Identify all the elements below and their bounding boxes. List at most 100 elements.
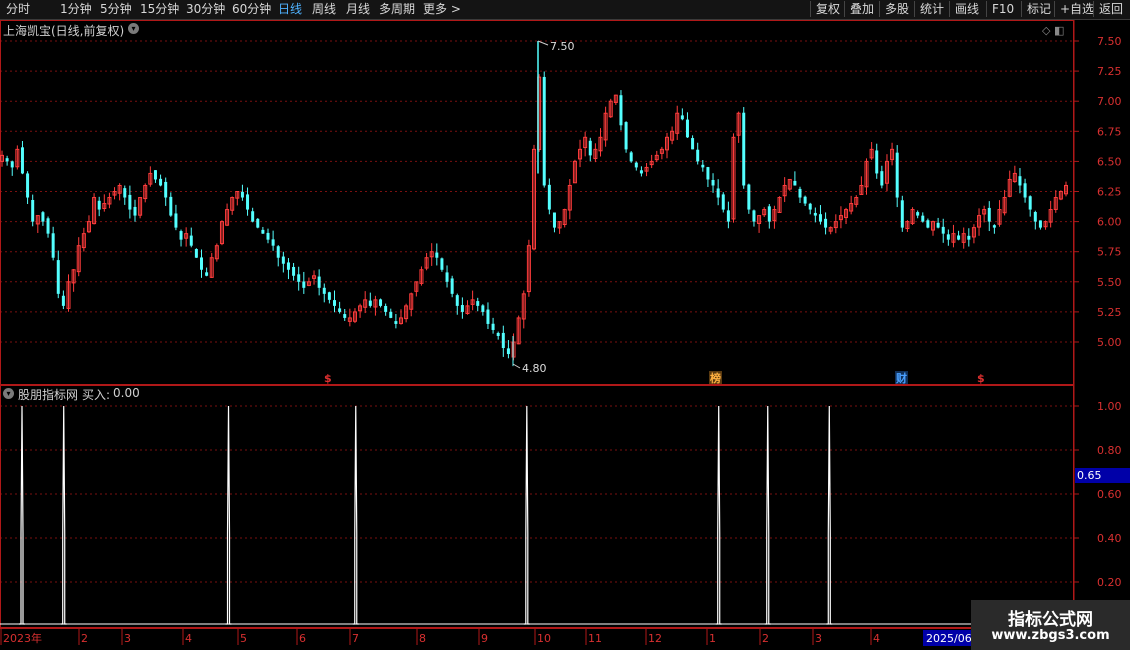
candle [251, 207, 255, 223]
candle [691, 135, 695, 150]
candle [987, 201, 991, 232]
candle [1007, 170, 1012, 198]
price-tick-label: 6.50 [1097, 155, 1122, 168]
candle [552, 212, 556, 233]
candle [266, 228, 270, 244]
candle [767, 204, 771, 229]
candle [603, 106, 608, 147]
candle [470, 290, 475, 311]
candle [123, 185, 127, 205]
month-label: 1 [709, 632, 716, 645]
tab-5min[interactable]: 5分钟 [100, 1, 132, 17]
candle [240, 184, 244, 201]
candle [338, 301, 342, 314]
candle [803, 195, 807, 206]
candle [429, 243, 434, 266]
candle [644, 162, 649, 177]
candle [567, 179, 572, 220]
candle [317, 269, 321, 296]
multi-stock-button[interactable]: 多股 [879, 1, 909, 17]
candle [164, 177, 168, 206]
candle [424, 252, 429, 271]
candle [476, 297, 480, 312]
price-tick-label: 7.50 [1097, 35, 1122, 48]
candle [31, 194, 35, 227]
tab-30min[interactable]: 30分钟 [186, 1, 225, 17]
back-button[interactable]: 返回 [1093, 1, 1123, 17]
tab-multi-period[interactable]: 多周期 [379, 1, 415, 17]
tab-weekly[interactable]: 周线 [312, 1, 336, 17]
indicator-chevron-down-icon[interactable]: ▾ [3, 388, 14, 399]
candle [419, 266, 424, 286]
month-label: 3 [124, 632, 131, 645]
candle [992, 224, 996, 234]
candle [838, 206, 843, 229]
tab-daily[interactable]: 日线 [278, 1, 302, 17]
buy-signal-spike [352, 405, 359, 625]
candle [526, 239, 531, 297]
candle [281, 251, 285, 273]
chevron-down-icon[interactable]: ▾ [128, 23, 139, 34]
tab-more[interactable]: 更多 > [423, 1, 461, 17]
month-label: 6 [299, 632, 306, 645]
add-watchlist-button[interactable]: +自选 [1054, 1, 1094, 17]
candle [322, 283, 326, 303]
candle [51, 226, 55, 261]
candle [379, 298, 383, 308]
candle [389, 308, 393, 319]
candlesticks [0, 41, 1068, 367]
month-label: 2023年 [3, 631, 42, 645]
chart-canvas[interactable]: 7.50 7.25 7.00 6.75 6.50 6.25 6.00 5.75 5.50 5.25… [0, 0, 1130, 650]
tab-intraday[interactable]: 分时 [6, 1, 30, 17]
month-label: 5 [240, 632, 247, 645]
candle [20, 140, 24, 175]
chart-settings-icon[interactable]: ◇ ◧ [1042, 24, 1064, 37]
indicator-tick-label: 0.60 [1097, 488, 1122, 501]
tab-monthly[interactable]: 月线 [346, 1, 370, 17]
month-label: 11 [588, 632, 602, 645]
candle [97, 196, 101, 217]
candle [572, 159, 577, 184]
candle [875, 143, 879, 179]
finance-marker[interactable]: 财 [895, 371, 907, 385]
candle [793, 171, 797, 186]
candle [967, 228, 971, 247]
tab-60min[interactable]: 60分钟 [232, 1, 271, 17]
candle [435, 243, 439, 266]
candle [297, 266, 301, 291]
overlay-button[interactable]: 叠加 [844, 1, 874, 17]
tab-15min[interactable]: 15分钟 [140, 1, 179, 17]
candle [670, 126, 675, 145]
candle [76, 237, 81, 277]
candle [358, 303, 363, 318]
candle [501, 325, 505, 357]
indicator-tick-label: 0.20 [1097, 576, 1122, 589]
candle [757, 215, 762, 233]
ranking-marker[interactable]: 榜 [710, 371, 721, 385]
candle [81, 227, 86, 252]
draw-line-button[interactable]: 画线 [949, 1, 979, 17]
tab-1min[interactable]: 1分钟 [60, 1, 92, 17]
dividend-marker[interactable]: $ [324, 372, 332, 385]
indicator-name[interactable]: 股朋指标网 [18, 386, 78, 403]
price-tick-label: 7.25 [1097, 65, 1122, 78]
candle [384, 303, 388, 316]
dividend-marker-2[interactable]: $ [977, 372, 985, 385]
candle [481, 304, 485, 316]
candle [675, 105, 680, 140]
adjust-button[interactable]: 复权 [810, 1, 840, 17]
mark-button[interactable]: 标记 [1021, 1, 1051, 17]
date-axis: 2023年 2 3 4 5 6 7 8 9 10 11 12 1 2 3 4 [0, 629, 880, 645]
candle [450, 275, 454, 298]
candle [159, 174, 163, 187]
candle [532, 144, 536, 251]
indicator-axis: 1.00 0.80 0.60 0.40 0.20 [1074, 400, 1122, 589]
candle [143, 183, 148, 203]
statistics-button[interactable]: 统计 [914, 1, 944, 17]
f10-button[interactable]: F10 [986, 1, 1014, 17]
candle [900, 195, 904, 232]
candle [41, 211, 45, 226]
candle [659, 146, 664, 160]
candle [148, 166, 153, 187]
candle [649, 154, 654, 169]
